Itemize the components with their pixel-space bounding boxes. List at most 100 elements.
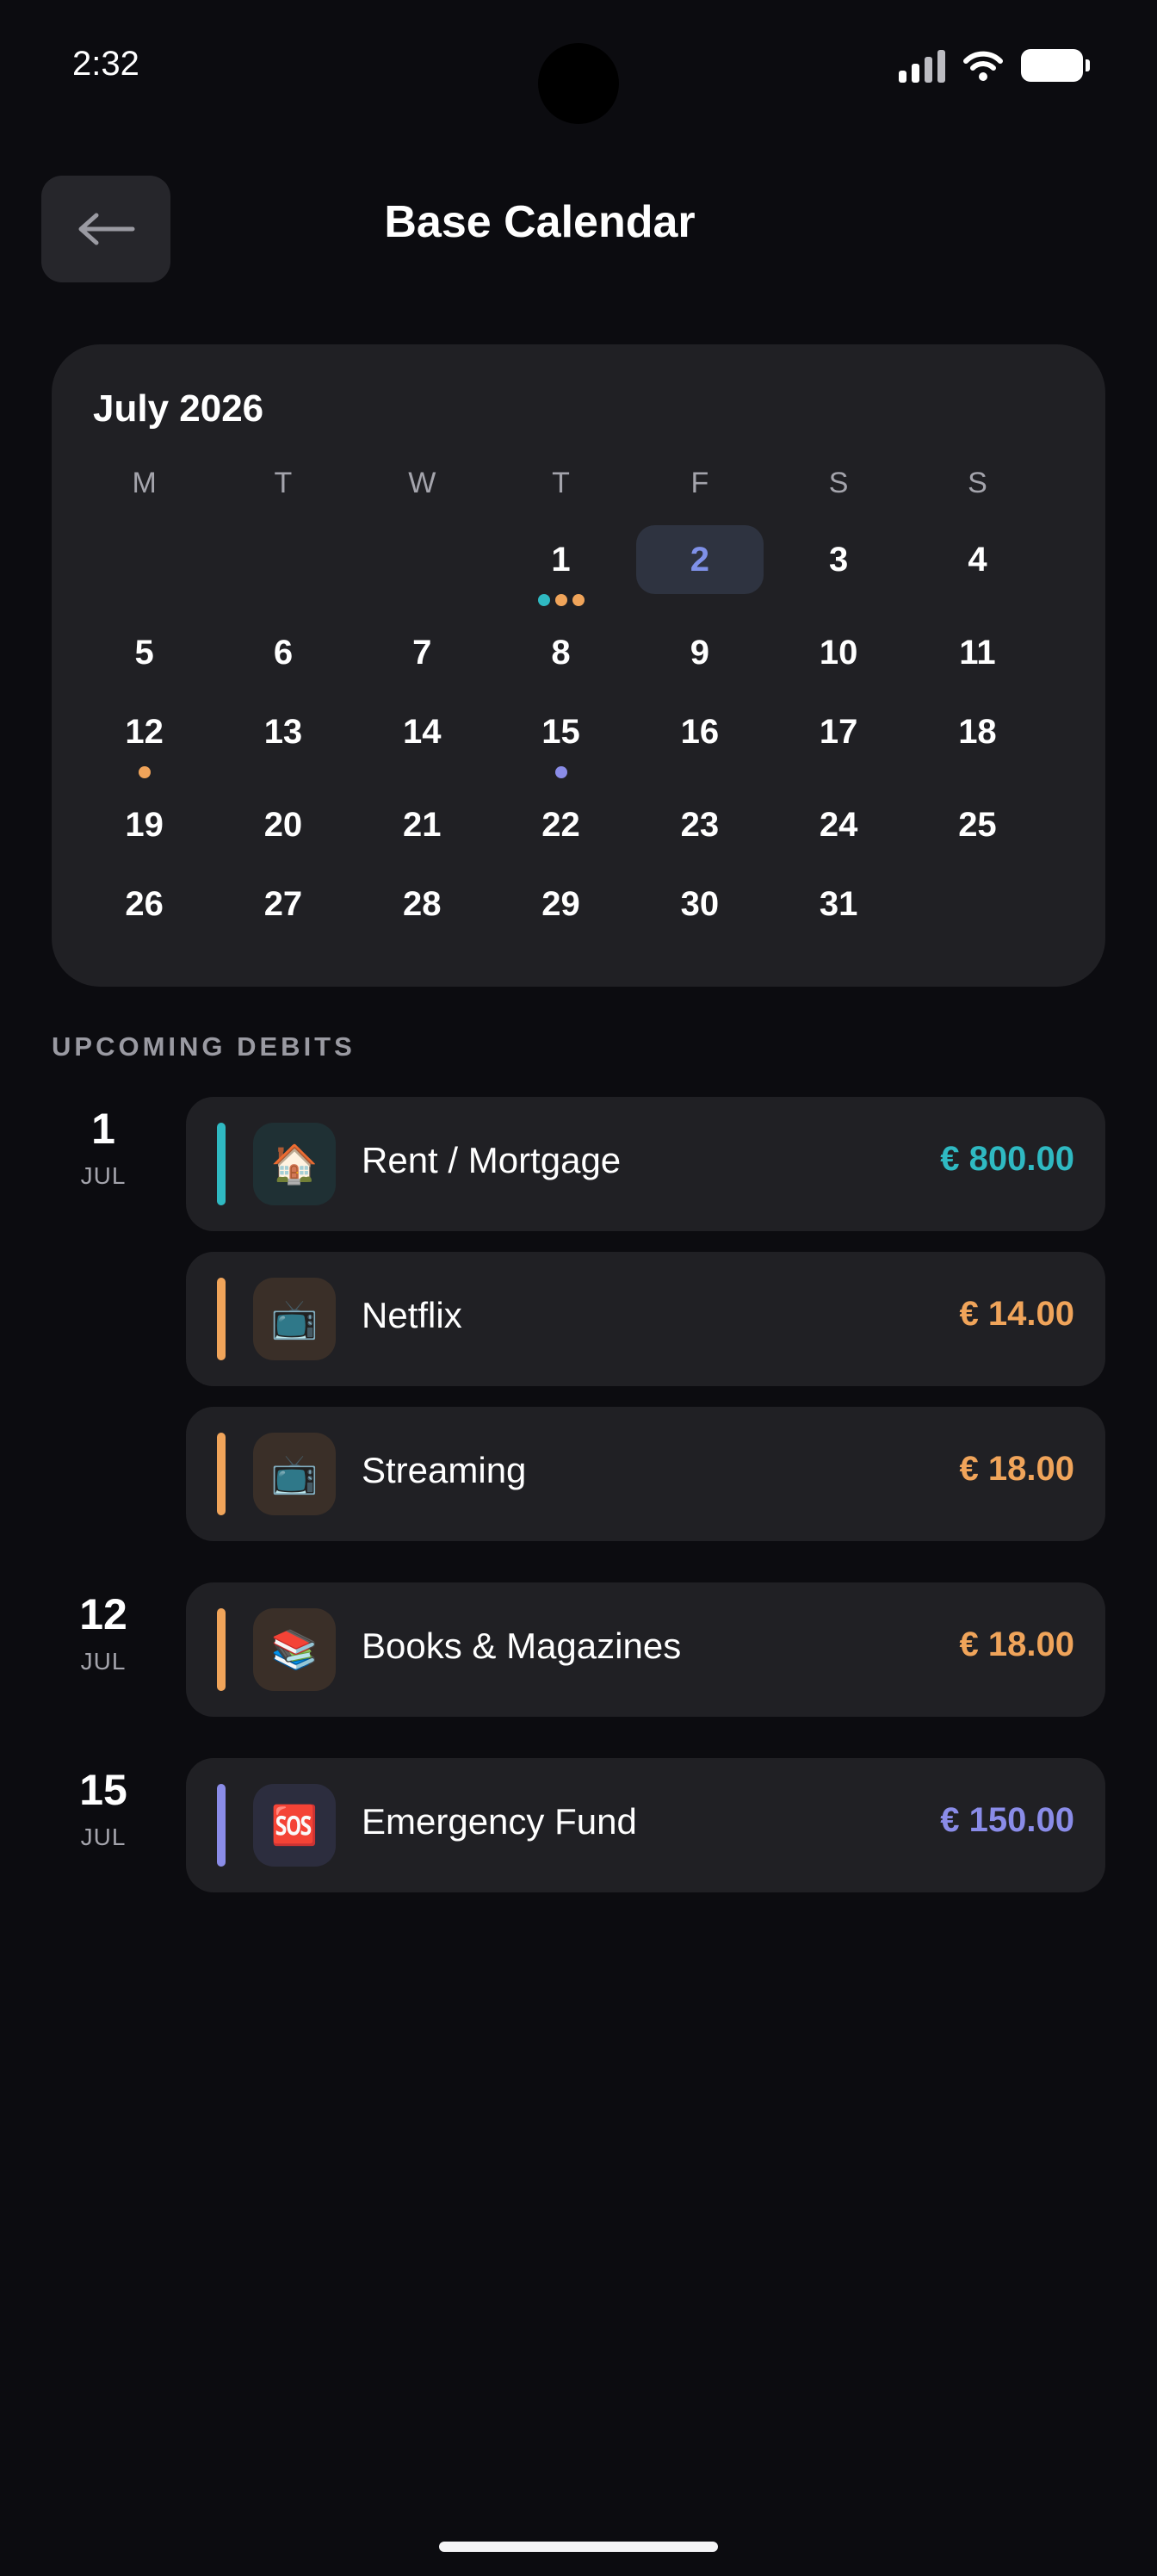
upcoming-debits-label: UPCOMING DEBITS <box>52 1031 356 1062</box>
calendar-day-8[interactable]: 8 <box>498 618 625 687</box>
day-number: 23 <box>680 805 720 844</box>
date-day: 12 <box>79 1590 127 1638</box>
calendar-day-10[interactable]: 10 <box>775 618 902 687</box>
day-number: 26 <box>125 884 164 923</box>
date-group-12: 12 JUL <box>52 1593 155 1675</box>
signal-icon <box>899 48 945 83</box>
calendar-day-3[interactable]: 3 <box>775 525 902 594</box>
calendar-day-26[interactable]: 26 <box>81 870 208 938</box>
calendar-day-28[interactable]: 28 <box>358 870 486 938</box>
calendar-day-9[interactable]: 9 <box>636 618 764 687</box>
day-number: 4 <box>968 540 987 579</box>
day-number: 19 <box>125 805 164 844</box>
accent-bar <box>217 1784 226 1867</box>
tv-icon: 📺 <box>253 1433 336 1515</box>
day-number: 13 <box>263 712 303 751</box>
debit-card-books[interactable]: 📚 Books & Magazines € 18.00 <box>186 1582 1105 1717</box>
calendar-card: July 2026 MTWTFSS 1 2 3 4 5 6 7 8 9 10 11 12 13 14 15 1… <box>52 344 1105 987</box>
day-number: 22 <box>541 805 580 844</box>
day-number: 25 <box>958 805 997 844</box>
debit-name: Streaming <box>362 1450 527 1490</box>
month-title: July 2026 <box>93 387 264 430</box>
calendar-day-4[interactable]: 4 <box>913 525 1041 594</box>
day-number: 29 <box>541 884 580 923</box>
day-number: 7 <box>412 633 432 672</box>
calendar-day-2[interactable]: 2 <box>635 525 764 594</box>
event-dots <box>81 766 208 778</box>
date-month: JUL <box>80 1824 127 1850</box>
status-icons <box>899 48 1090 83</box>
debit-amount: € 150.00 <box>940 1801 1074 1839</box>
house-icon: 🏠 <box>253 1123 336 1205</box>
calendar-day-30[interactable]: 30 <box>636 870 764 938</box>
weekday-label: T <box>274 467 293 499</box>
day-number: 28 <box>403 884 442 923</box>
books-icon: 📚 <box>253 1608 336 1691</box>
debit-amount: € 18.00 <box>959 1450 1074 1488</box>
calendar-day-18[interactable]: 18 <box>913 697 1041 766</box>
page-title: Base Calendar <box>384 197 696 247</box>
weekday-label: W <box>408 467 436 499</box>
calendar-day-25[interactable]: 25 <box>913 790 1041 859</box>
day-number: 12 <box>125 712 164 751</box>
calendar-day-22[interactable]: 22 <box>498 790 625 859</box>
weekday-label: S <box>968 467 987 499</box>
date-day: 1 <box>91 1105 115 1153</box>
day-number: 6 <box>273 633 294 672</box>
wifi-icon <box>963 51 1003 81</box>
date-day: 15 <box>79 1766 127 1814</box>
event-dot <box>138 766 151 778</box>
calendar-day-23[interactable]: 23 <box>636 790 764 859</box>
accent-bar <box>217 1608 226 1691</box>
day-number: 18 <box>958 712 997 751</box>
day-number: 5 <box>134 633 154 672</box>
date-month: JUL <box>80 1162 127 1189</box>
calendar-day-21[interactable]: 21 <box>358 790 486 859</box>
event-dot <box>554 594 567 606</box>
front-camera <box>538 43 619 124</box>
event-dot <box>537 594 550 606</box>
debit-amount: € 14.00 <box>959 1295 1074 1333</box>
calendar-day-16[interactable]: 16 <box>636 697 764 766</box>
debit-name: Rent / Mortgage <box>362 1140 622 1180</box>
date-month: JUL <box>80 1648 127 1675</box>
calendar-day-17[interactable]: 17 <box>775 697 902 766</box>
calendar-day-12[interactable]: 12 <box>81 697 208 778</box>
debit-card-netflix[interactable]: 📺 Netflix € 14.00 <box>186 1252 1105 1386</box>
calendar-day-1[interactable]: 1 <box>498 525 625 606</box>
day-number: 10 <box>819 633 858 672</box>
day-number: 11 <box>959 633 996 672</box>
day-number: 3 <box>829 540 849 579</box>
calendar-day-11[interactable]: 11 <box>913 618 1041 687</box>
calendar-day-29[interactable]: 29 <box>498 870 625 938</box>
status-time: 2:32 <box>72 45 139 83</box>
calendar-day-14[interactable]: 14 <box>358 697 486 766</box>
day-number: 15 <box>541 712 580 751</box>
accent-bar <box>217 1123 226 1205</box>
calendar-day-15[interactable]: 15 <box>498 697 625 778</box>
date-group-15: 15 JUL <box>52 1768 155 1851</box>
home-indicator[interactable] <box>439 2542 718 2552</box>
calendar-day-5[interactable]: 5 <box>81 618 208 687</box>
day-number: 14 <box>403 712 442 751</box>
calendar-day-6[interactable]: 6 <box>220 618 347 687</box>
event-dot <box>554 766 567 778</box>
calendar-day-20[interactable]: 20 <box>220 790 347 859</box>
sos-icon: 🆘 <box>253 1784 336 1867</box>
day-number: 9 <box>690 633 709 672</box>
event-dots <box>498 594 625 606</box>
calendar-day-19[interactable]: 19 <box>81 790 208 859</box>
calendar-day-24[interactable]: 24 <box>775 790 902 859</box>
debit-card-streaming[interactable]: 📺 Streaming € 18.00 <box>186 1407 1105 1541</box>
calendar-day-7[interactable]: 7 <box>358 618 486 687</box>
calendar-day-27[interactable]: 27 <box>220 870 347 938</box>
debit-name: Books & Magazines <box>362 1625 682 1666</box>
calendar-day-31[interactable]: 31 <box>775 870 902 938</box>
day-number: 27 <box>263 884 303 923</box>
day-number: 16 <box>680 712 720 751</box>
debit-card-rent[interactable]: 🏠 Rent / Mortgage € 800.00 <box>186 1097 1105 1231</box>
weekday-label: T <box>552 467 570 499</box>
debit-card-emergency-fund[interactable]: 🆘 Emergency Fund € 150.00 <box>186 1758 1105 1892</box>
day-number: 2 <box>690 540 709 579</box>
calendar-day-13[interactable]: 13 <box>220 697 347 766</box>
